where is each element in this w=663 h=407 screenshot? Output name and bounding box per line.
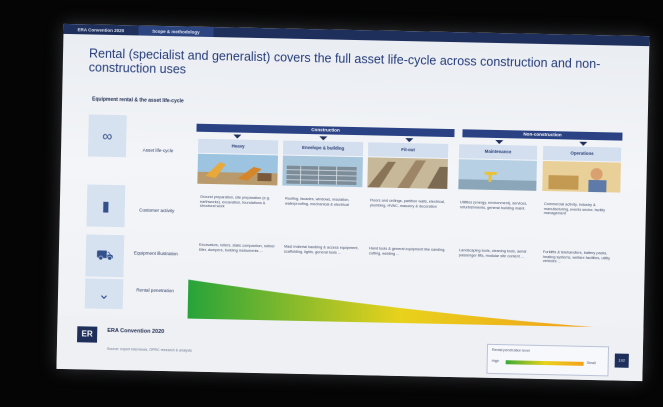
forklift-icon: ⛟ bbox=[85, 234, 125, 278]
column-maintenance: Maintenance bbox=[458, 144, 538, 160]
tab-scope: Scope & methodology bbox=[138, 25, 214, 38]
building-icon: ▮ bbox=[86, 184, 126, 228]
photo-fitout bbox=[367, 157, 448, 189]
activity-envelope: Roofing, facades, windows, insulation, w… bbox=[284, 196, 350, 207]
row-label-lifecycle: Asset life-cycle bbox=[142, 147, 174, 154]
presentation-screen: ERA Convention 2020 Scope & methodology … bbox=[56, 23, 650, 382]
row-label-penetration: Rental penetration bbox=[136, 287, 174, 294]
equipment-maintenance: Landscaping tools, cleaning tools, aeria… bbox=[458, 248, 527, 259]
activity-fitout: Floors and ceilings, partition walls, el… bbox=[369, 198, 445, 209]
activity-operations: Commercial activity, industry & manufact… bbox=[543, 202, 606, 216]
infinity-icon: ∞ bbox=[87, 114, 127, 158]
chevron-down-icon: ⌄ bbox=[84, 278, 124, 310]
column-heavy: Heavy bbox=[198, 138, 279, 155]
conference-name: ERA Convention 2020 bbox=[107, 327, 165, 336]
equipment-envelope: Mast material handling & access equipmen… bbox=[283, 244, 359, 255]
arrow-icon bbox=[579, 141, 588, 146]
row-label-equipment: Equipment illustration bbox=[133, 250, 178, 257]
equipment-heavy: Excavators, rollers, static compaction, … bbox=[198, 242, 275, 253]
photo-operations bbox=[542, 160, 621, 193]
slide-title: Rental (specialist and generalist) cover… bbox=[88, 46, 601, 77]
arrow-icon bbox=[495, 139, 504, 145]
legend-title: Rental penetration level bbox=[491, 347, 530, 353]
penetration-legend: Rental penetration level High Small bbox=[486, 343, 610, 377]
group-non-construction: Non-construction bbox=[462, 129, 623, 141]
slide-topbar: ERA Convention 2020 Scope & methodology bbox=[63, 23, 650, 47]
legend-gradient bbox=[505, 360, 584, 366]
tab-convention: ERA Convention 2020 bbox=[77, 26, 125, 33]
arrow-icon bbox=[405, 138, 414, 143]
activity-heavy: Ground preparation, site preparation (e.… bbox=[199, 194, 270, 209]
arrow-icon bbox=[319, 136, 328, 141]
photo-maintenance bbox=[458, 159, 537, 191]
equipment-operations: Forklifts & telehandlers, battery packs,… bbox=[542, 249, 611, 264]
row-label-activity: Customer activity bbox=[139, 207, 175, 214]
page-number: 192 bbox=[614, 353, 629, 368]
slide-subtitle: Equipment rental & the asset life-cycle bbox=[92, 96, 184, 105]
arrow-icon bbox=[233, 134, 242, 139]
legend-low: High bbox=[491, 358, 500, 364]
photo-envelope bbox=[282, 155, 363, 188]
legend-high: Small bbox=[586, 360, 596, 366]
slide: ERA Convention 2020 Scope & methodology … bbox=[56, 23, 650, 382]
column-operations: Operations bbox=[542, 145, 622, 162]
column-envelope: Envelope & building bbox=[282, 140, 364, 157]
equipment-fitout: Hand tools & general equipment like sand… bbox=[368, 246, 446, 256]
activity-maintenance: Utilities (energy, environment), service… bbox=[459, 200, 528, 211]
era-logo: ER bbox=[77, 326, 98, 343]
photo-heavy bbox=[197, 153, 278, 186]
column-fitout: Fit-out bbox=[367, 142, 449, 158]
